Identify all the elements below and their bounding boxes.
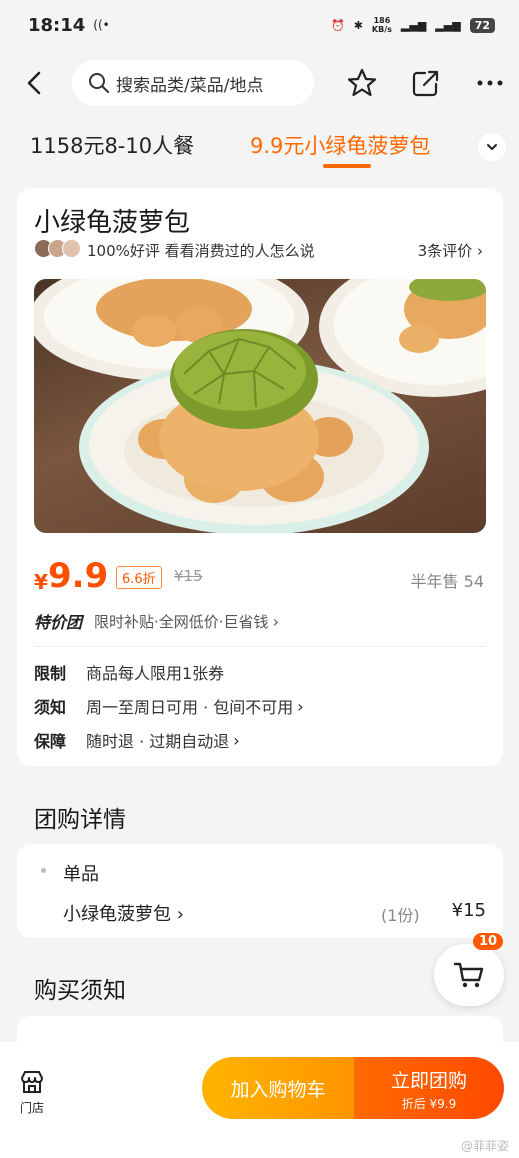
promo-text: 限时补贴·全网低价·巨省钱 <box>94 612 269 631</box>
chevron-right-icon: › <box>297 696 304 716</box>
sold-count: 半年售 54 <box>410 572 484 591</box>
purchase-notice-title: 购买须知 <box>34 978 126 1004</box>
nfc-icon: ((• <box>93 18 110 32</box>
status-time: 18:14 <box>28 14 86 36</box>
signal-icon: ▂▄▆ <box>400 18 427 32</box>
search-placeholder: 搜索品类/菜品/地点 <box>116 75 264 96</box>
group-detail-title: 团购详情 <box>34 807 126 833</box>
tab-bar: 1158元8-10人餐 9.9元小绿龟菠萝包 <box>0 122 519 172</box>
store-label: 门店 <box>19 1101 44 1115</box>
review-link[interactable]: 3条评价 › <box>418 240 483 261</box>
alarm-icon: ⏰ <box>331 18 345 32</box>
info-row-notice[interactable]: 须知 周一至周日可用 · 包间不可用 › <box>34 694 304 718</box>
tab-package-meal[interactable]: 1158元8-10人餐 <box>30 130 194 160</box>
buy-now-button[interactable]: 立即团购 折后 ¥9.9 <box>354 1057 504 1119</box>
group-detail-card: 单品 小绿龟菠萝包 › (1份) ¥15 <box>17 844 503 938</box>
status-bar: 18:14 ((• ⏰ ✱ 186 KB/s ▂▄▆ ▂▄▆ 72 <box>0 0 519 50</box>
divider <box>34 646 486 647</box>
detail-item-name[interactable]: 小绿龟菠萝包 › <box>63 900 184 926</box>
info-value: 商品每人限用1张券 <box>86 664 225 683</box>
review-link-label: 3条评价 <box>417 242 473 260</box>
bullet-dot <box>41 868 46 873</box>
back-arrow-icon[interactable] <box>20 68 50 98</box>
bottom-action-bar: 门店 加入购物车 立即团购 折后 ¥9.9 @菲菲姿 <box>0 1042 519 1158</box>
tab-pineapple-bun[interactable]: 9.9元小绿龟菠萝包 <box>250 130 430 160</box>
reviewer-avatars <box>34 239 81 258</box>
detail-item-price: ¥15 <box>451 900 486 921</box>
pineapple-bun-photo <box>34 279 486 533</box>
original-price: ¥15 <box>174 567 203 585</box>
promo-row[interactable]: 特价团 限时补贴·全网低价·巨省钱 › <box>34 609 279 633</box>
detail-item-qty: (1份) <box>381 906 420 925</box>
search-input[interactable]: 搜索品类/菜品/地点 <box>72 60 314 106</box>
chevron-right-icon: › <box>233 730 240 750</box>
cart-count-badge: 10 <box>473 933 504 950</box>
detail-item-name-label: 小绿龟菠萝包 <box>63 904 171 925</box>
chevron-down-icon <box>487 144 497 151</box>
info-row-guarantee[interactable]: 保障 随时退 · 过期自动退 › <box>34 728 240 752</box>
header: 搜索品类/菜品/地点 <box>0 55 519 111</box>
price-row: ¥ 9.9 6.6折 ¥15 半年售 54 <box>34 556 486 600</box>
tab-expand-button[interactable] <box>478 133 506 161</box>
chevron-right-icon: › <box>477 242 483 260</box>
info-label: 保障 <box>34 732 67 751</box>
info-value: 随时退 · 过期自动退 <box>86 732 230 751</box>
info-value: 周一至周日可用 · 包间不可用 <box>86 698 294 717</box>
detail-item-title: 单品 <box>63 864 99 885</box>
chevron-right-icon: › <box>272 611 279 631</box>
price-currency: ¥ <box>34 570 48 594</box>
more-icon[interactable] <box>474 67 506 99</box>
discount-badge: 6.6折 <box>116 566 162 589</box>
rating-text[interactable]: 100%好评 看看消费过的人怎么说 <box>87 240 315 261</box>
product-card: 小绿龟菠萝包 100%好评 看看消费过的人怎么说 3条评价 › ¥ 9.9 6.… <box>17 188 503 766</box>
share-icon[interactable] <box>410 67 442 99</box>
info-label: 须知 <box>34 698 67 717</box>
avatar <box>62 239 81 258</box>
store-button[interactable]: 门店 <box>10 1068 54 1124</box>
active-tab-indicator <box>323 164 371 168</box>
info-label: 限制 <box>34 664 67 683</box>
store-icon <box>21 1071 43 1093</box>
add-to-cart-button[interactable]: 加入购物车 <box>202 1057 354 1119</box>
product-title: 小绿龟菠萝包 <box>34 208 191 238</box>
search-icon <box>89 73 109 93</box>
battery-indicator: 72 <box>469 17 495 33</box>
cart-icon <box>453 962 484 988</box>
bluetooth-icon: ✱ <box>353 18 363 32</box>
floating-cart-button[interactable] <box>434 944 504 1006</box>
signal-icon-2: ▂▄▆ <box>435 18 461 32</box>
net-speed: 186 KB/s <box>372 16 392 34</box>
net-speed-value: 186 <box>373 16 391 25</box>
current-price: 9.9 <box>48 556 109 596</box>
status-icons: ⏰ ✱ 186 KB/s ▂▄▆ ▂▄▆ 72 <box>331 16 495 34</box>
buy-now-label: 立即团购 <box>390 1070 467 1092</box>
star-icon[interactable] <box>346 67 378 99</box>
chevron-right-icon: › <box>176 904 184 925</box>
net-speed-unit: KB/s <box>371 25 392 34</box>
buy-now-sub-label: 折后 ¥9.9 <box>401 1097 457 1111</box>
promo-logo: 特价团 <box>34 613 83 632</box>
watermark: @菲菲姿 <box>460 1139 509 1153</box>
info-row-limit: 限制 商品每人限用1张券 <box>34 660 224 684</box>
product-image[interactable] <box>34 279 486 533</box>
